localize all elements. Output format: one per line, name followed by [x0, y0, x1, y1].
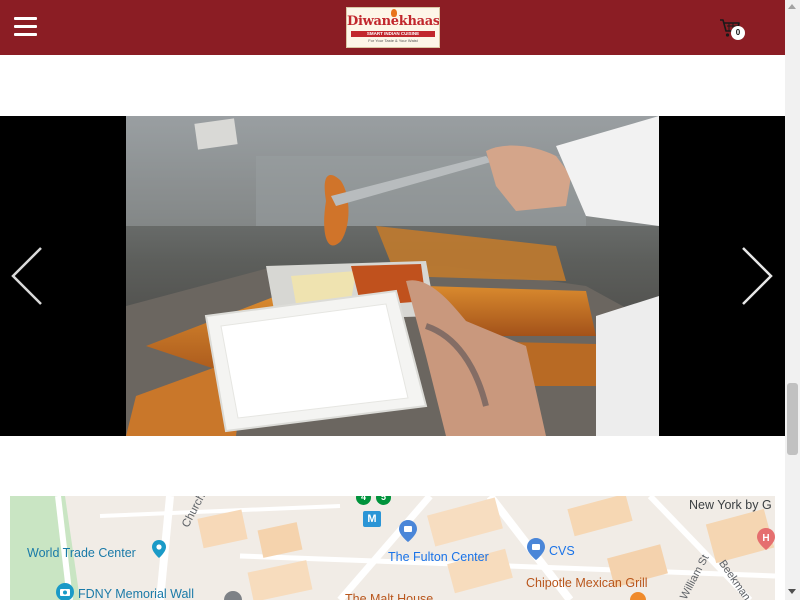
scroll-up-arrow-icon[interactable]	[788, 4, 796, 9]
restaurant-marker-icon[interactable]	[630, 592, 646, 600]
place-marker-icon[interactable]	[224, 591, 242, 600]
fdny-camera-icon[interactable]	[56, 583, 74, 600]
logo-subtagline: For Your Taste & Your Waist	[368, 38, 418, 43]
chevron-right-icon	[742, 247, 773, 305]
location-map[interactable]: 4 5 M World Trade Center Church St The F…	[10, 496, 775, 600]
carousel-next-button[interactable]	[740, 246, 774, 306]
hospital-marker-icon[interactable]: H	[757, 528, 775, 550]
scroll-down-arrow-icon[interactable]	[788, 589, 796, 594]
logo-name: Diwanekhaas	[347, 14, 440, 29]
wtc-marker-icon[interactable]	[152, 540, 166, 558]
map-label-cvs[interactable]: CVS	[549, 544, 575, 558]
carousel-prev-button[interactable]	[10, 246, 44, 306]
chevron-left-icon	[11, 247, 42, 305]
carousel-slide-image	[126, 116, 659, 436]
scrollbar-thumb[interactable]	[787, 383, 798, 455]
map-label-malt-house[interactable]: The Malt House	[345, 592, 433, 600]
map-label-chipotle[interactable]: Chipotle Mexican Grill	[526, 576, 648, 590]
metro-station-icon[interactable]: M	[363, 511, 381, 527]
map-label-fulton-center[interactable]: The Fulton Center	[388, 550, 489, 564]
image-carousel	[0, 116, 785, 436]
site-logo[interactable]: Diwanekhaas SMART INDIAN CUISINE For You…	[346, 7, 440, 48]
logo-tagline: SMART INDIAN CUISINE	[366, 31, 420, 36]
hamburger-menu-icon[interactable]	[14, 17, 37, 37]
map-label-fdny-memorial[interactable]: FDNY Memorial Wall	[78, 587, 194, 600]
fulton-center-marker-icon[interactable]	[399, 520, 417, 542]
shopping-cart-button[interactable]: 0	[719, 16, 749, 42]
map-label-new-york[interactable]: New York by G	[689, 498, 772, 512]
site-header: Diwanekhaas SMART INDIAN CUISINE For You…	[0, 0, 785, 55]
page-scrollbar[interactable]	[785, 0, 800, 600]
cvs-marker-icon[interactable]	[527, 538, 545, 560]
map-label-world-trade-center[interactable]: World Trade Center	[27, 546, 136, 560]
svg-text:H: H	[762, 533, 769, 544]
cart-count-badge: 0	[731, 26, 745, 40]
